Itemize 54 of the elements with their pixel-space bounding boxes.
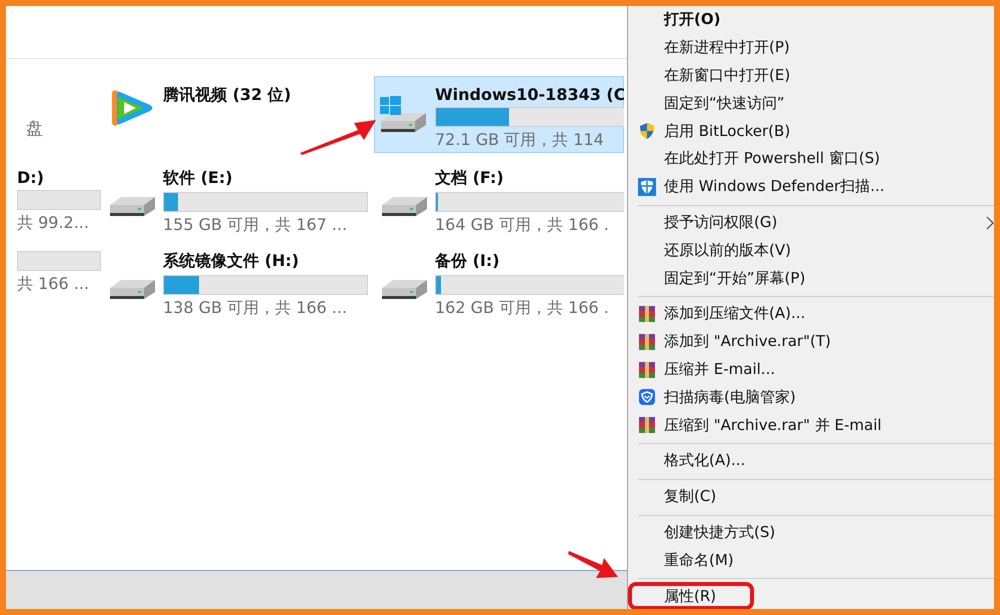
free-space-text: 72.1 GB 可用，共 114 <box>435 130 605 151</box>
free-space-text: 164 GB 可用，共 166 . <box>435 215 610 236</box>
menu-item[interactable]: 在新进程中打开(P) <box>628 34 994 62</box>
drive-icon <box>381 196 428 217</box>
menu-item[interactable]: 压缩到 "Archive.rar" 并 E-mail <box>628 411 994 439</box>
menu-item[interactable]: 使用 Windows Defender扫描... <box>628 172 994 201</box>
menu-item[interactable]: 复制(C) <box>628 482 994 511</box>
menu-item[interactable]: 在此处打开 Powershell 窗口(S) <box>628 144 994 173</box>
drive-icon <box>378 94 428 134</box>
menu-item[interactable]: 格式化(A)... <box>628 446 994 475</box>
books-icon <box>638 304 656 323</box>
free-space-text: 共 99.2... <box>17 213 90 234</box>
menu-item[interactable]: 扫描病毒(电脑管家) <box>628 383 994 412</box>
shield-icon <box>638 122 656 140</box>
drive-name: D:) <box>17 168 45 187</box>
drive-name: 系统镜像文件 (H:) <box>163 251 300 272</box>
drive-name: Windows10-18343 (C <box>435 85 624 104</box>
free-space-text: 共 166 ... <box>17 274 90 295</box>
menu-item[interactable]: 压缩并 E-mail... <box>628 356 994 384</box>
drive-tile[interactable]: Windows10-18343 (C 72.1 GB 可用，共 114 <box>374 76 624 153</box>
books-icon <box>638 360 656 379</box>
shield-icon <box>638 388 656 406</box>
menu-item[interactable]: 添加到 "Archive.rar"(T) <box>628 328 994 356</box>
drive-name: 腾讯视频 (32 位) <box>163 85 292 106</box>
drive-icon <box>381 279 428 300</box>
drive-tile[interactable]: 文档 (F:) 164 GB 可用，共 166 . <box>374 159 624 236</box>
drive-tile[interactable]: 系统镜像文件 (H:) 138 GB 可用，共 166 ... <box>102 242 374 319</box>
drive-name: 软件 (E:) <box>163 168 234 189</box>
menu-item[interactable]: 固定到“快速访问” <box>628 89 994 118</box>
menu-item[interactable]: 授予访问权限(G) <box>628 208 994 236</box>
books-icon <box>638 332 656 351</box>
annotation-arrow <box>568 549 620 579</box>
menu-item[interactable]: 打开(O) <box>628 6 994 34</box>
menu-item[interactable]: 固定到“开始”屏幕(P) <box>628 264 994 292</box>
drive-tile[interactable]: 备份 (I:) 162 GB 可用，共 166 . <box>374 242 624 319</box>
free-space-text: 138 GB 可用，共 166 ... <box>163 298 348 319</box>
menu-item[interactable]: 属性(R) <box>628 582 754 609</box>
drive-name: 文档 (F:) <box>435 168 505 189</box>
free-space-text: 162 GB 可用，共 166 . <box>435 298 610 319</box>
group-label: 盘 <box>26 118 43 140</box>
drive-tile[interactable]: 软件 (E:) 155 GB 可用，共 167 ... <box>102 159 374 236</box>
books-icon <box>638 416 656 434</box>
menu-item[interactable]: 启用 BitLocker(B) <box>628 117 994 145</box>
menu-item[interactable]: 添加到压缩文件(A)... <box>628 300 994 328</box>
menu-item[interactable]: 还原以前的版本(V) <box>628 236 994 264</box>
free-space-text: 155 GB 可用，共 167 ... <box>163 215 348 236</box>
app-tile[interactable]: 腾讯视频 (32 位) <box>102 76 374 153</box>
drive-icon <box>109 279 156 300</box>
menu-item[interactable]: 创建快捷方式(S) <box>628 518 994 546</box>
drive-name: 备份 (I:) <box>435 251 501 272</box>
menu-item[interactable]: 重命名(M) <box>628 546 994 574</box>
drive-icon <box>109 196 156 217</box>
shield-icon <box>638 178 656 196</box>
menu-item[interactable]: 在新窗口中打开(E) <box>628 62 994 90</box>
